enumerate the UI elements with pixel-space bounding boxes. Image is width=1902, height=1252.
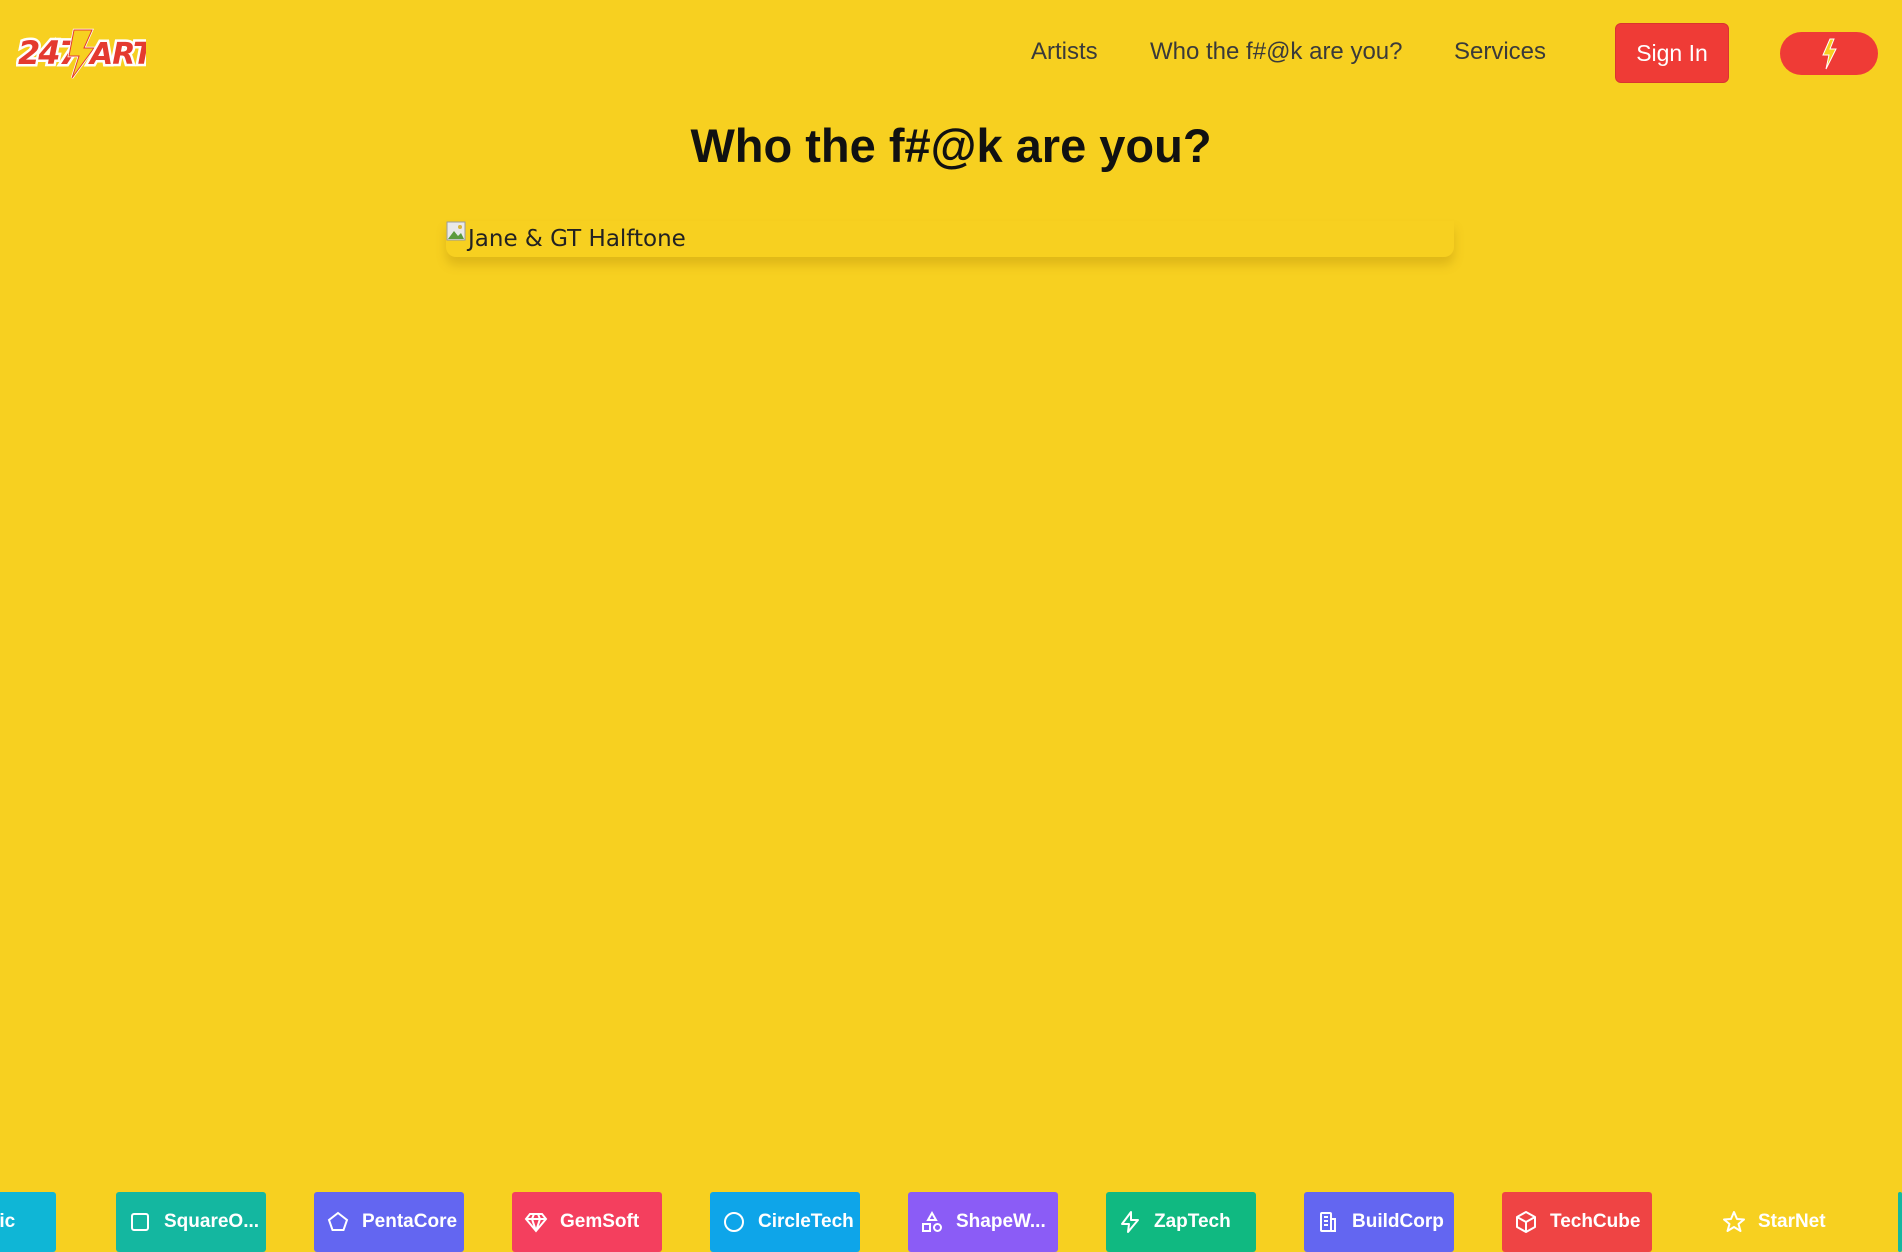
partner-ticker: xLogic SquareO... PentaCore GemSoft Circ… [0,1192,1902,1252]
shapes-icon [922,1210,942,1232]
ticker-chip-xlogic[interactable]: xLogic [0,1192,56,1252]
site-header: 247 ART Artists Who the f#@k are you? Se… [0,0,1902,108]
ticker-chip-squareo[interactable]: SquareO... [116,1192,266,1252]
star-icon [1723,1211,1745,1232]
ticker-chip-gemsoft[interactable]: GemSoft [512,1192,662,1252]
square-icon [131,1213,149,1231]
ticker-chip-buildcorp[interactable]: BuildCorp [1304,1192,1454,1252]
ticker-chip-pentacore[interactable]: PentaCore [314,1192,464,1252]
bolt-button[interactable] [1780,32,1878,75]
chip-label: ZapTech [1154,1211,1231,1232]
hero-image: Jane & GT Halftone [446,221,1454,257]
chip-label: BuildCorp [1352,1211,1444,1232]
svg-text:ART: ART [88,37,146,72]
broken-image-icon [446,221,466,241]
nav-services[interactable]: Services [1454,38,1546,66]
ticker-chip-partial[interactable] [1898,1192,1902,1252]
building-icon [1320,1212,1336,1232]
page-title: Who the f#@k are you? [690,119,1212,172]
chip-label: TechCube [1550,1211,1641,1232]
cube-icon [1516,1211,1536,1233]
nav-artists[interactable]: Artists [1031,38,1098,66]
chip-label: SquareO... [164,1211,260,1232]
ticker-chip-starnet[interactable]: StarNet [1710,1192,1860,1252]
chip-label: CircleTech [758,1211,854,1232]
site-logo[interactable]: 247 ART [16,26,159,80]
chip-label: GemSoft [560,1211,640,1232]
chip-label: PentaCore [362,1211,458,1232]
ticker-chip-zaptech[interactable]: ZapTech [1106,1192,1256,1252]
ticker-chip-techcube[interactable]: TechCube [1502,1192,1652,1252]
ticker-chip-circletech[interactable]: CircleTech [710,1192,860,1252]
zap-icon [1121,1211,1139,1233]
chip-label: StarNet [1758,1211,1826,1232]
chip-label: ShapeW... [956,1211,1046,1232]
nav-who-are-you[interactable]: Who the f#@k are you? [1150,38,1403,66]
gem-icon [524,1213,548,1233]
ticker-chip-shapew[interactable]: ShapeW... [908,1192,1058,1252]
pentagon-icon [327,1211,349,1231]
circle-icon [724,1212,744,1232]
image-alt-text: Jane & GT Halftone [468,226,686,252]
chip-label: xLogic [0,1211,16,1232]
lightning-bolt-icon [1822,38,1837,69]
sign-in-button[interactable]: Sign In [1615,23,1729,83]
